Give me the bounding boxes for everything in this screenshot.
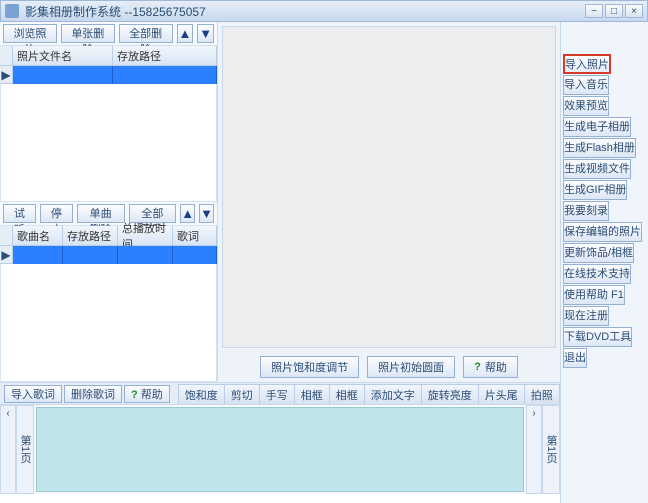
delete-song-button[interactable]: 单曲删除 <box>77 204 125 223</box>
tab-crop[interactable]: 剪切 <box>224 384 260 404</box>
song-move-down-icon[interactable]: ▼ <box>199 204 214 223</box>
tab-frame1[interactable]: 相框 <box>294 384 330 404</box>
online-support-button[interactable]: 在线技术支持 <box>563 264 631 284</box>
song-table-body[interactable] <box>0 264 217 382</box>
burn-button[interactable]: 我要刻录 <box>563 201 609 221</box>
edit-tabstrip: 饱和度 剪切 手写 相框 相框 添加文字 旋转亮度 片头尾 拍照 <box>178 384 559 404</box>
strip-scroll-left[interactable]: ‹ <box>0 405 16 494</box>
song-table-header: 歌曲名 存放路径 总播放时间 歌词 <box>0 226 217 246</box>
move-down-icon[interactable]: ▼ <box>197 24 214 43</box>
preview-controls: 照片饱和度调节 照片初始圆面 ?帮助 <box>218 352 560 382</box>
generate-flash-button[interactable]: 生成Flash相册 <box>563 138 636 158</box>
download-dvd-button[interactable]: 下载DVD工具 <box>563 327 632 347</box>
minimize-button[interactable]: − <box>585 4 603 18</box>
chevron-left-icon[interactable]: ‹ <box>6 408 9 419</box>
import-lyrics-button[interactable]: 导入歌词 <box>4 385 62 403</box>
col-path: 存放路径 <box>113 46 217 66</box>
import-music-button[interactable]: 导入音乐 <box>563 75 609 95</box>
maximize-button[interactable]: □ <box>605 4 623 18</box>
save-edited-button[interactable]: 保存编辑的照片 <box>563 222 642 242</box>
window-title: 影集相册制作系统 --15825675057 <box>25 3 583 20</box>
col-songname: 歌曲名 <box>13 226 63 246</box>
tab-handwrite[interactable]: 手写 <box>259 384 295 404</box>
strip-page-left: 第1页 <box>16 405 34 494</box>
bottom-bar: 导入歌词 删除歌词 ? 帮助 饱和度 剪切 手写 相框 相框 添加文字 旋转亮度… <box>0 382 560 404</box>
delete-all-button[interactable]: 全部删除 <box>119 24 173 43</box>
help-icon: ? <box>474 361 481 373</box>
col-duration: 总播放时间 <box>118 226 173 246</box>
col-songpath: 存放路径 <box>63 226 118 246</box>
browse-photo-button[interactable]: 浏览照片 <box>3 24 57 43</box>
delete-single-button[interactable]: 单张删除 <box>61 24 115 43</box>
row-pointer-icon: ▶ <box>0 66 13 84</box>
app-icon <box>5 4 19 18</box>
titlebar: 影集相册制作系统 --15825675057 − □ × <box>0 0 648 22</box>
generate-video-button[interactable]: 生成视频文件 <box>563 159 631 179</box>
import-photo-button[interactable]: 导入照片 <box>563 54 611 74</box>
page-label: 第1页 <box>17 435 33 463</box>
strip-scroll-right[interactable]: › <box>526 405 542 494</box>
tab-capture[interactable]: 拍照 <box>524 384 560 404</box>
thumbnail-track[interactable] <box>36 407 524 492</box>
row-pointer-icon: ▶ <box>0 246 13 264</box>
photo-table-header: 照片文件名 存放路径 <box>0 46 217 66</box>
preview-song-button[interactable]: 试听 <box>3 204 36 223</box>
action-sidebar: 导入照片 导入音乐 效果预览 生成电子相册 生成Flash相册 生成视频文件 生… <box>560 22 648 503</box>
strip-page-right: 第1页 <box>542 405 560 494</box>
generate-ealbum-button[interactable]: 生成电子相册 <box>563 117 631 137</box>
help-f1-button[interactable]: 使用帮助 F1 <box>563 285 625 305</box>
move-up-icon[interactable]: ▲ <box>177 24 194 43</box>
song-move-up-icon[interactable]: ▲ <box>180 204 195 223</box>
song-table-row[interactable]: ▶ <box>0 246 217 264</box>
tab-frame2[interactable]: 相框 <box>329 384 365 404</box>
col-lyrics: 歌词 <box>173 226 217 246</box>
saturation-button[interactable]: 照片饱和度调节 <box>260 356 359 378</box>
initial-circle-button[interactable]: 照片初始圆面 <box>367 356 455 378</box>
tab-addtext[interactable]: 添加文字 <box>364 384 422 404</box>
generate-gif-button[interactable]: 生成GIF相册 <box>563 180 627 200</box>
stop-song-button[interactable]: 停止 <box>40 204 73 223</box>
chevron-right-icon[interactable]: › <box>532 408 535 419</box>
delete-lyrics-button[interactable]: 删除歌词 <box>64 385 122 403</box>
effect-preview-button[interactable]: 效果预览 <box>563 96 609 116</box>
exit-button[interactable]: 退出 <box>563 348 587 368</box>
close-button[interactable]: × <box>625 4 643 18</box>
photo-table-row[interactable]: ▶ <box>0 66 217 84</box>
help-icon: ? <box>131 389 138 401</box>
bottom-help-button[interactable]: ? 帮助 <box>124 385 170 403</box>
help-button[interactable]: ?帮助 <box>463 356 518 378</box>
photo-toolbar: 浏览照片 单张删除 全部删除 ▲ ▼ <box>0 22 217 46</box>
tab-saturation[interactable]: 饱和度 <box>178 384 225 404</box>
song-toolbar: 试听 停止 单曲删除 全部删除 ▲ ▼ <box>0 202 217 226</box>
preview-canvas <box>222 26 556 348</box>
col-filename: 照片文件名 <box>13 46 113 66</box>
tab-rotate[interactable]: 旋转亮度 <box>421 384 479 404</box>
tab-headtail[interactable]: 片头尾 <box>478 384 525 404</box>
page-label: 第1页 <box>543 435 559 463</box>
update-decor-button[interactable]: 更新饰品/相框 <box>563 243 634 263</box>
register-button[interactable]: 现在注册 <box>563 306 609 326</box>
thumbnail-strip: ‹ 第1页 › 第1页 <box>0 404 560 494</box>
photo-table-body[interactable] <box>0 84 217 202</box>
